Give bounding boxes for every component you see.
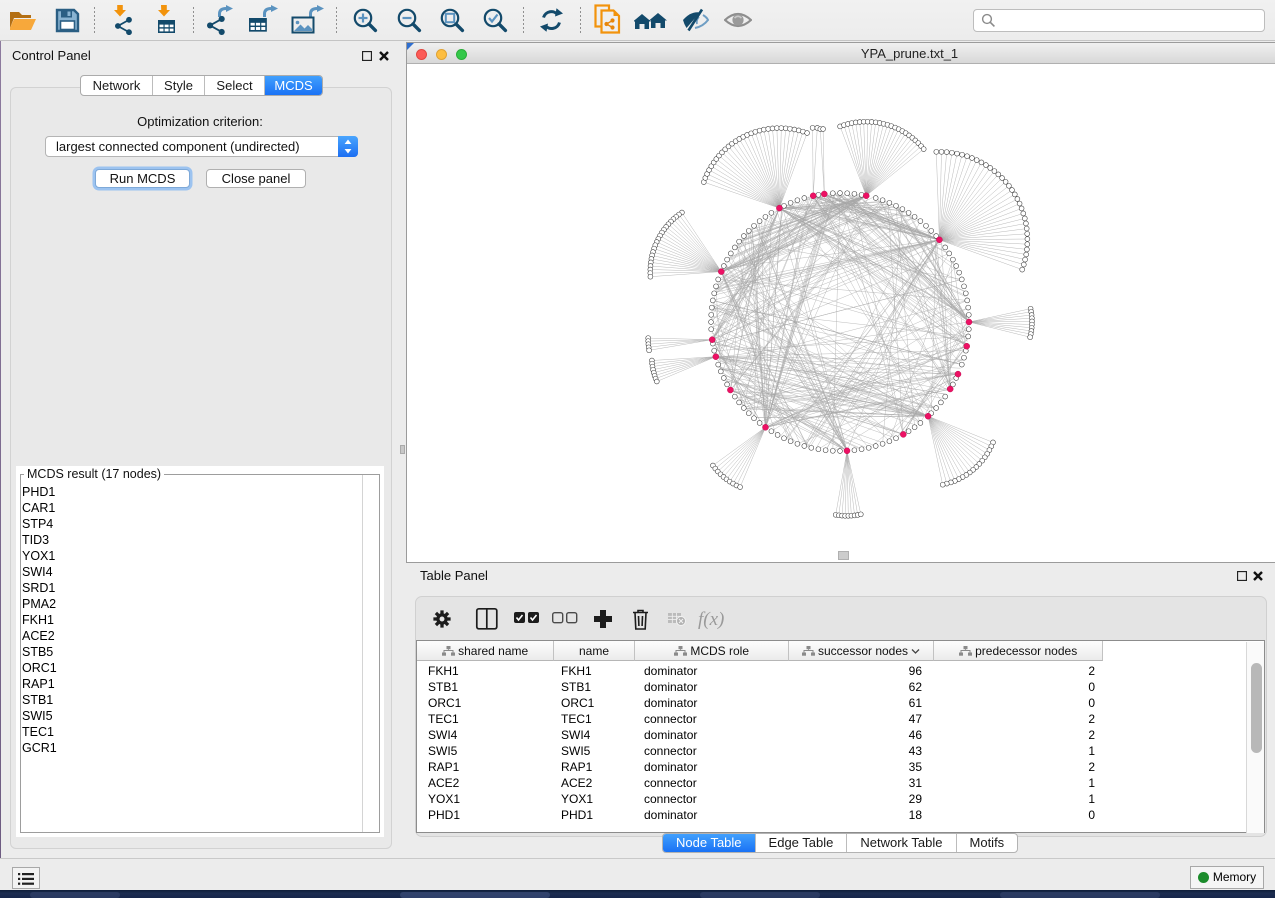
svg-text:f(x): f(x) — [698, 609, 724, 630]
